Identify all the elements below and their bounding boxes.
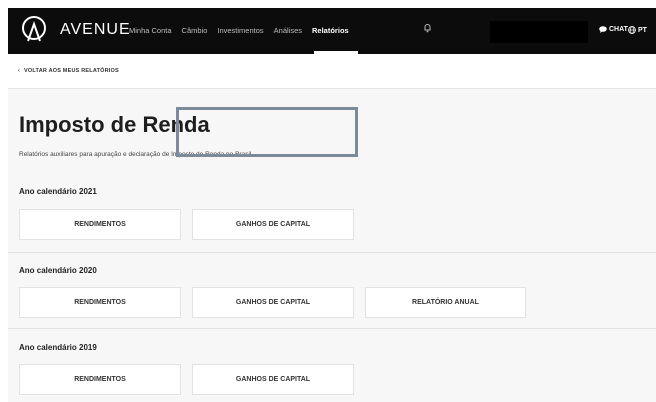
main-nav: Minha Conta Câmbio Investimentos Análise… [129,26,359,35]
report-card-2019-rendimentos[interactable]: RENDIMENTOS [19,364,181,395]
report-card-2019-ganhos-de-capital[interactable]: GANHOS DE CAPITAL [192,364,354,395]
avenue-logo-icon[interactable] [21,15,47,45]
nav-relatorios[interactable]: Relatórios [312,26,349,35]
nav-cambio[interactable]: Câmbio [182,26,208,35]
year-heading-2021: Ano calendário 2021 [19,187,97,196]
chat-button[interactable]: CHAT [599,26,628,33]
report-card-2020-relatorio-anual[interactable]: RELATÓRIO ANUAL [365,287,526,318]
chat-label: CHAT [609,26,628,33]
report-card-2020-rendimentos[interactable]: RENDIMENTOS [19,287,181,318]
top-navbar: AVENUE Minha Conta Câmbio Investimentos … [8,8,656,54]
notification-bell-icon[interactable] [423,23,432,33]
back-link-label: VOLTAR AOS MEUS RELATÓRIOS [24,68,119,74]
brand-name: AVENUE [60,21,131,38]
sub-navigation-bar: ‹ VOLTAR AOS MEUS RELATÓRIOS [8,54,656,89]
nav-investimentos[interactable]: Investimentos [217,26,263,35]
report-card-2021-ganhos-de-capital[interactable]: GANHOS DE CAPITAL [192,209,354,240]
chevron-left-icon: ‹ [18,68,21,74]
report-card-2020-ganhos-de-capital[interactable]: GANHOS DE CAPITAL [192,287,354,318]
back-to-reports-link[interactable]: ‹ VOLTAR AOS MEUS RELATÓRIOS [18,68,119,74]
language-selector[interactable]: PT [628,26,647,34]
section-divider [8,252,656,253]
nav-minha-conta[interactable]: Minha Conta [129,26,172,35]
highlight-frame [176,107,358,157]
section-divider [8,328,656,329]
report-card-2021-rendimentos[interactable]: RENDIMENTOS [19,209,181,240]
year-heading-2020: Ano calendário 2020 [19,266,97,275]
language-label: PT [638,26,647,34]
globe-icon [628,26,636,34]
nav-analises[interactable]: Análises [274,26,302,35]
year-heading-2019: Ano calendário 2019 [19,343,97,352]
chat-bubble-icon [599,26,607,33]
redacted-user-block [490,21,588,43]
